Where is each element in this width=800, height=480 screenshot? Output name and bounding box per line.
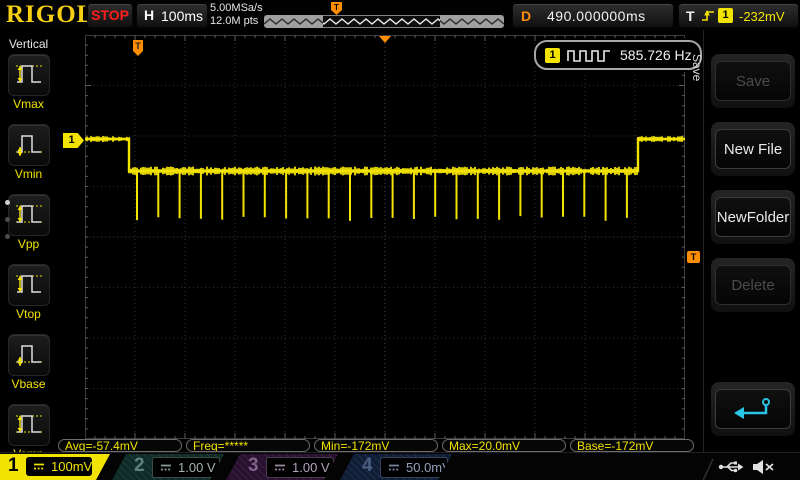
menu-title: Vertical [8, 37, 49, 51]
measurement-base: Base=-172mV [570, 439, 694, 452]
vtop-icon [14, 267, 44, 304]
measurement-avg: Avg=-57.4mV [58, 439, 182, 452]
acquisition-info: 5.00MSa/s 12.0M pts [210, 2, 263, 28]
vmin-icon [14, 127, 44, 164]
trigger-source-badge: 1 [718, 8, 733, 23]
delay-label: D [521, 8, 532, 24]
measurement-min: Min=-172mV [314, 439, 438, 452]
vmax-icon [14, 57, 44, 94]
top-status-bar: RIGOL STOP H 100ms 5.00MSa/s 12.0M pts T… [0, 0, 800, 31]
trigger-label: T [686, 8, 695, 24]
save-button-key[interactable]: Save [711, 54, 795, 108]
delete-button[interactable]: Delete [715, 265, 791, 305]
new-file-button[interactable]: New File [715, 129, 791, 169]
vertical-measure-menu: Vertical Vmax Vmin Vpp Vtop Vbase Vamp [0, 30, 58, 461]
waveform-display: T 1 1 585.726 Hz T Avg=-57.4mV Freq=****… [57, 30, 703, 452]
vtop-label: Vtop [16, 307, 41, 321]
channel-3-tab[interactable]: 3 1.00 V [226, 454, 338, 480]
square-wave-icon [567, 49, 610, 62]
memory-depth: 12.0M pts [210, 15, 259, 27]
channel-4-scale: 50.0mV [406, 460, 451, 475]
graticule-and-trace: T [85, 35, 685, 439]
channel-status-bar: 1 100mV 2 1.00 V 3 1.00 V 4 50.0mV [0, 452, 800, 480]
vamp-icon [14, 407, 44, 444]
menu-tab-label: Save [690, 54, 704, 82]
channel-3-number: 3 [248, 455, 259, 476]
delete-button-key[interactable]: Delete [711, 258, 795, 312]
channel-2-scale: 1.00 V [178, 460, 216, 475]
channel-3-scale: 1.00 V [292, 460, 330, 475]
trigger-readout: T 1 -232mV [678, 3, 799, 28]
sample-rate: 5.00MSa/s [210, 2, 263, 14]
save-button[interactable]: Save [715, 61, 791, 101]
return-arrow-icon [734, 398, 770, 419]
horizontal-label: H [144, 7, 155, 23]
back-button[interactable] [715, 389, 791, 429]
channel1-position-tag[interactable]: 1 [63, 133, 84, 148]
new-folder-button[interactable]: NewFolder [715, 197, 791, 237]
speaker-muted-icon [753, 460, 774, 474]
measurement-max: Max=20.0mV [442, 439, 566, 452]
delay-value: 490.000000ms [547, 8, 646, 24]
trigger-level-value: -232mV [739, 9, 785, 24]
svg-text:T: T [135, 41, 141, 51]
dc-coupling-icon [161, 464, 171, 471]
frequency-counter: 1 585.726 Hz [534, 40, 702, 70]
rigol-logo: RIGOL [6, 1, 95, 28]
vpp-icon [14, 197, 44, 234]
delay-readout: D 490.000000ms [512, 3, 674, 28]
counter-channel-badge: 1 [545, 47, 560, 63]
divider-slant [702, 459, 714, 480]
dc-coupling-icon [275, 464, 285, 471]
oscilloscope-screen: RIGOL STOP H 100ms 5.00MSa/s 12.0M pts T… [0, 0, 800, 480]
run-stop-status[interactable]: STOP [87, 3, 133, 28]
measurement-results-row: Avg=-57.4mV Freq=***** Min=-172mV Max=20… [58, 439, 702, 452]
menu-item-vmax[interactable]: Vmax [0, 54, 57, 121]
channel-4-number: 4 [362, 455, 373, 476]
horizontal-timebase-box[interactable]: H 100ms [136, 3, 208, 28]
dc-coupling-icon [389, 464, 399, 471]
channel-1-number: 1 [8, 455, 19, 476]
menu-item-vbase[interactable]: Vbase [0, 334, 57, 401]
memory-trigger-position-icon: T [331, 2, 342, 15]
back-button-key[interactable] [711, 382, 795, 436]
rising-edge-icon [702, 10, 714, 21]
counter-value: 585.726 Hz [620, 47, 692, 63]
trigger-level-tab[interactable]: T [687, 251, 700, 263]
menu-item-vmin[interactable]: Vmin [0, 124, 57, 191]
channel-2-tab[interactable]: 2 1.00 V [112, 454, 224, 480]
vbase-label: Vbase [11, 377, 46, 391]
memory-trigger-letter: T [334, 3, 339, 12]
menu-item-vtop[interactable]: Vtop [0, 264, 57, 331]
channel-1-tab[interactable]: 1 100mV [0, 454, 110, 480]
new-folder-button-key[interactable]: NewFolder [711, 190, 795, 244]
channel-4-tab[interactable]: 4 50.0mV [340, 454, 452, 480]
timebase-value: 100ms [161, 8, 204, 24]
vmax-label: Vmax [13, 97, 44, 111]
new-file-button-key[interactable]: New File [711, 122, 795, 176]
vbase-icon [14, 337, 44, 374]
menu-page-dots [5, 200, 10, 251]
channel-1-scale: 100mV [51, 459, 93, 474]
channel-2-number: 2 [134, 455, 145, 476]
vmin-label: Vmin [14, 167, 43, 181]
usb-icon [718, 461, 744, 473]
measurement-freq: Freq=***** [186, 439, 310, 452]
save-menu: Save Save New File NewFolder Delete [690, 30, 800, 452]
dc-coupling-icon [34, 463, 44, 470]
memory-waveform-bar [264, 15, 504, 28]
